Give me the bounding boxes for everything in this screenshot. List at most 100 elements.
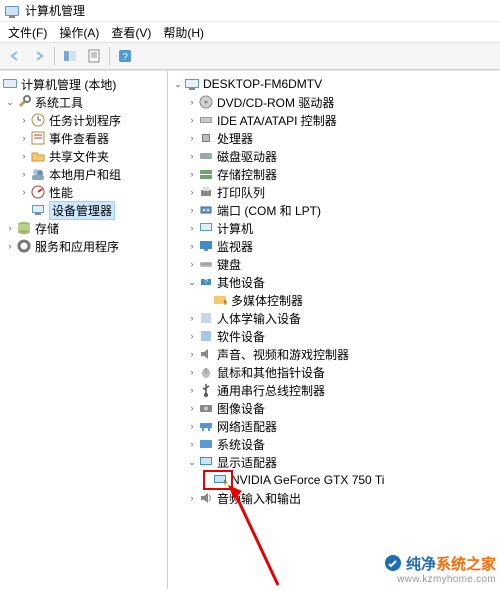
device-node-ide[interactable]: › IDE ATA/ATAPI 控制器 <box>168 111 500 129</box>
collapse-icon[interactable]: ⌄ <box>186 457 198 468</box>
tree-node-device-manager[interactable]: 设备管理器 <box>0 201 167 219</box>
keyboard-icon <box>198 256 214 272</box>
device-node-system-devices[interactable]: › 系统设备 <box>168 435 500 453</box>
device-node-print-queues[interactable]: › 打印队列 <box>168 183 500 201</box>
expand-icon[interactable]: › <box>18 169 30 179</box>
device-node-display-adapters[interactable]: ⌄ 显示适配器 <box>168 453 500 471</box>
device-node-ports[interactable]: › 端口 (COM 和 LPT) <box>168 201 500 219</box>
device-node-audio-io[interactable]: › 音频输入和输出 <box>168 489 500 507</box>
tree-node-task-scheduler[interactable]: › 任务计划程序 <box>0 111 167 129</box>
expand-icon[interactable]: › <box>18 187 30 197</box>
disk-drive-icon <box>198 148 214 164</box>
expand-icon[interactable]: › <box>4 241 16 251</box>
properties-button[interactable] <box>83 45 105 67</box>
device-node-dvd[interactable]: › DVD/CD-ROM 驱动器 <box>168 93 500 111</box>
tree-node-event-viewer[interactable]: › 事件查看器 <box>0 129 167 147</box>
nav-forward-button[interactable] <box>28 45 50 67</box>
menu-file[interactable]: 文件(F) <box>2 22 53 43</box>
device-label: 图像设备 <box>217 400 265 417</box>
tree-node-local-users[interactable]: › 本地用户和组 <box>0 165 167 183</box>
display-adapter-icon <box>198 454 214 470</box>
expand-icon[interactable]: › <box>186 493 198 503</box>
svg-text:!: ! <box>224 300 226 307</box>
expand-icon[interactable]: › <box>186 259 198 269</box>
expand-icon[interactable]: › <box>186 349 198 359</box>
help-button[interactable]: ? <box>114 45 136 67</box>
expand-icon[interactable]: › <box>186 439 198 449</box>
device-node-hid[interactable]: › 人体学输入设备 <box>168 309 500 327</box>
expand-icon[interactable]: › <box>186 205 198 215</box>
device-node-other[interactable]: ⌄ ? 其他设备 <box>168 273 500 291</box>
menu-action[interactable]: 操作(A) <box>53 22 105 43</box>
device-label: 存储控制器 <box>217 166 277 183</box>
tree-node-performance[interactable]: › 性能 <box>0 183 167 201</box>
tree-node-services-apps[interactable]: › 服务和应用程序 <box>0 237 167 255</box>
tree-label: 服务和应用程序 <box>35 238 119 255</box>
device-node-disk[interactable]: › 磁盘驱动器 <box>168 147 500 165</box>
expand-icon[interactable]: › <box>186 241 198 251</box>
device-label: 鼠标和其他指针设备 <box>217 364 325 381</box>
sound-icon <box>198 346 214 362</box>
menu-view[interactable]: 查看(V) <box>105 22 157 43</box>
tree-node-shared-folders[interactable]: › 共享文件夹 <box>0 147 167 165</box>
computer-management-icon <box>2 76 18 92</box>
device-node-mm-controller[interactable]: ! 多媒体控制器 <box>168 291 500 309</box>
device-node-sound[interactable]: › 声音、视频和游戏控制器 <box>168 345 500 363</box>
tree-node-storage[interactable]: › 存储 <box>0 219 167 237</box>
device-node-storage-controller[interactable]: › 存储控制器 <box>168 165 500 183</box>
device-node-imaging[interactable]: › 图像设备 <box>168 399 500 417</box>
device-node-usb[interactable]: › 通用串行总线控制器 <box>168 381 500 399</box>
nav-back-button[interactable] <box>4 45 26 67</box>
titlebar: 计算机管理 <box>0 0 500 22</box>
device-label: 声音、视频和游戏控制器 <box>217 346 349 363</box>
collapse-icon[interactable]: ⌄ <box>186 277 198 288</box>
expand-icon[interactable]: › <box>186 331 198 341</box>
expand-icon[interactable]: › <box>186 133 198 143</box>
device-node-host[interactable]: ⌄ DESKTOP-FM6DMTV <box>168 75 500 93</box>
expand-icon[interactable]: › <box>186 367 198 377</box>
device-label: 打印队列 <box>217 184 265 201</box>
expand-icon[interactable]: › <box>186 115 198 125</box>
tree-node-system-tools[interactable]: ⌄ 系统工具 <box>0 93 167 111</box>
storage-icon <box>16 220 32 236</box>
tree-node-root[interactable]: 计算机管理 (本地) <box>0 75 167 93</box>
collapse-icon[interactable]: ⌄ <box>4 97 16 108</box>
expand-icon[interactable]: › <box>186 187 198 197</box>
expand-icon[interactable]: › <box>186 169 198 179</box>
audio-icon <box>198 490 214 506</box>
expand-icon[interactable]: › <box>18 151 30 161</box>
main-split: 计算机管理 (本地) ⌄ 系统工具 › 任务计划程序 › 事件查看器 › 共享文… <box>0 70 500 589</box>
device-node-mice[interactable]: › 鼠标和其他指针设备 <box>168 363 500 381</box>
device-node-cpu[interactable]: › 处理器 <box>168 129 500 147</box>
expand-icon[interactable]: › <box>186 151 198 161</box>
folder-shared-icon <box>30 148 46 164</box>
device-node-keyboards[interactable]: › 键盘 <box>168 255 500 273</box>
device-node-computer[interactable]: › 计算机 <box>168 219 500 237</box>
device-label: 显示适配器 <box>217 454 277 471</box>
expand-icon[interactable]: › <box>186 421 198 431</box>
expand-icon[interactable]: › <box>18 133 30 143</box>
menu-help[interactable]: 帮助(H) <box>157 22 210 43</box>
collapse-icon[interactable]: ⌄ <box>172 79 184 90</box>
device-node-monitors[interactable]: › 监视器 <box>168 237 500 255</box>
expand-icon[interactable]: › <box>186 385 198 395</box>
watermark: 纯净系统之家 www.kzmyhome.com <box>384 553 496 585</box>
device-node-network[interactable]: › 网络适配器 <box>168 417 500 435</box>
device-node-software-devices[interactable]: › 软件设备 <box>168 327 500 345</box>
expand-icon[interactable]: › <box>186 313 198 323</box>
expand-icon[interactable]: › <box>186 223 198 233</box>
device-label: 处理器 <box>217 130 253 147</box>
device-node-gpu[interactable]: ! NVIDIA GeForce GTX 750 Ti <box>168 471 500 489</box>
toolbar-separator <box>109 47 110 65</box>
show-hide-tree-button[interactable] <box>59 45 81 67</box>
camera-icon <box>198 400 214 416</box>
device-label: IDE ATA/ATAPI 控制器 <box>217 112 337 129</box>
expand-icon[interactable]: › <box>18 115 30 125</box>
event-icon <box>30 130 46 146</box>
watermark-suffix: 系统之家 <box>436 556 496 573</box>
expand-icon[interactable]: › <box>4 223 16 233</box>
device-label: 计算机 <box>217 220 253 237</box>
toolbar: ? <box>0 42 500 70</box>
expand-icon[interactable]: › <box>186 97 198 107</box>
expand-icon[interactable]: › <box>186 403 198 413</box>
